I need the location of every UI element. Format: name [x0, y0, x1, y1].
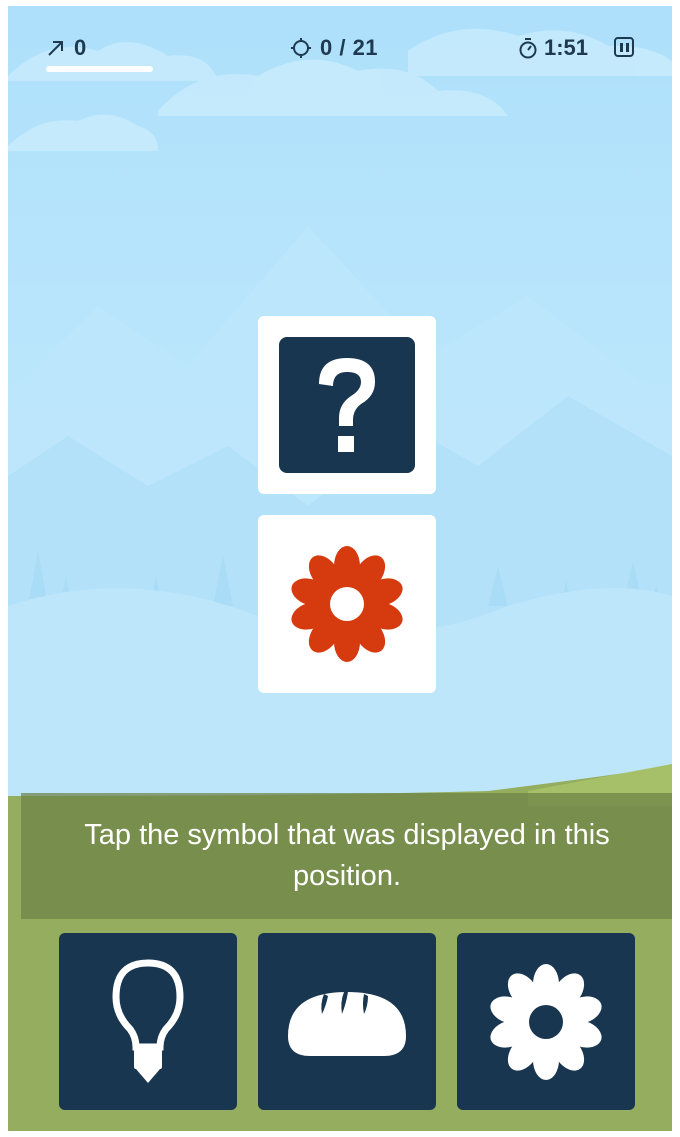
stopwatch-icon [519, 38, 537, 59]
choice-lightbulb-button[interactable] [59, 933, 237, 1110]
instruction-text: Tap the symbol that was displayed in thi… [84, 819, 610, 892]
game-stage: 0 0 / 21 1:51 Tap the symbol that was di… [8, 6, 672, 1131]
progress-value: 0 / 21 [320, 35, 379, 60]
score-value: 0 [74, 35, 87, 60]
timer-display: 1:51 [518, 32, 588, 64]
flower-icon [490, 963, 602, 1080]
choice-bread-button[interactable] [258, 933, 436, 1110]
flower-icon [291, 546, 403, 662]
instruction-banner: Tap the symbol that was displayed in thi… [21, 793, 672, 919]
pause-icon [619, 42, 623, 52]
lightbulb-icon [112, 958, 184, 1083]
timer-value: 1:51 [544, 35, 589, 60]
hidden-symbol-card [258, 316, 436, 494]
question-mark-icon [319, 358, 375, 452]
bread-icon [288, 991, 406, 1056]
question-box [279, 337, 415, 473]
score-display: 0 [46, 32, 86, 64]
shown-symbol-card [258, 515, 436, 693]
trend-arrow-icon [48, 41, 63, 56]
score-underline [46, 66, 153, 72]
pause-button[interactable] [614, 37, 634, 57]
choice-flower-button[interactable] [457, 933, 635, 1110]
target-icon [291, 38, 311, 58]
progress-display: 0 / 21 [290, 32, 378, 64]
